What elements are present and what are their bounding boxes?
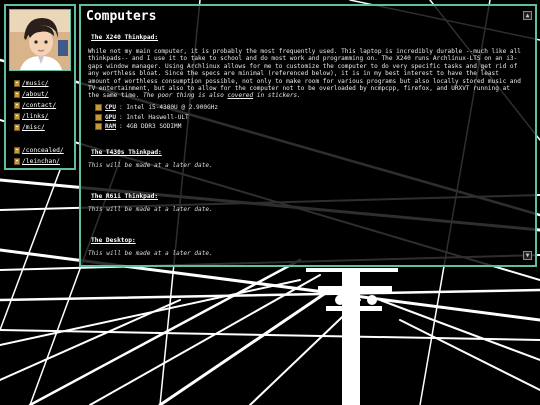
chip-icon xyxy=(95,123,102,131)
page-title: Computers xyxy=(86,9,157,24)
covered-link[interactable]: covered xyxy=(227,92,253,99)
section-note-t430s: This will be made at a later date. xyxy=(88,162,213,169)
file-icon xyxy=(14,91,20,98)
section-heading-desktop: The Desktop: xyxy=(91,237,136,244)
chip-icon xyxy=(95,113,102,121)
file-icon xyxy=(14,102,20,109)
nav-link-music[interactable]: /music/ xyxy=(22,80,49,87)
spec-label: CPU xyxy=(105,104,117,112)
nav-item-misc[interactable]: /misc/ xyxy=(14,122,64,133)
section-note-desktop: This will be made at a later date. xyxy=(88,250,213,257)
section-heading-x240: The X240 Thinkpad: xyxy=(91,34,159,41)
nav-link-leinchan[interactable]: /leinchan/ xyxy=(22,158,60,165)
file-icon xyxy=(14,158,20,165)
nav-spacer xyxy=(14,133,64,145)
x240-italic-note: The poor thing is also xyxy=(143,92,224,100)
avatar xyxy=(9,9,71,71)
nav-item-concealed[interactable]: /concealed/ xyxy=(14,145,64,156)
nav-link-concealed[interactable]: /concealed/ xyxy=(22,147,64,154)
spec-value: : 4GB DDR3 SODIMM xyxy=(119,123,182,131)
triangle-up-icon[interactable]: ▲ xyxy=(523,11,532,20)
nav-link-links[interactable]: /links/ xyxy=(22,113,49,120)
file-icon xyxy=(14,113,20,120)
nav-link-about[interactable]: /about/ xyxy=(22,91,49,98)
chip-icon xyxy=(95,104,102,112)
spec-label: GPU xyxy=(105,113,117,121)
content-panel[interactable]: Computers ▲ ▼ The X240 Thinkpad: While n… xyxy=(79,4,537,267)
nav-menu: /music/ /about/ /contact/ /links/ /misc/… xyxy=(14,78,64,167)
nav-item-music[interactable]: /music/ xyxy=(14,78,64,89)
nav-link-contact[interactable]: /contact/ xyxy=(22,102,56,109)
avatar-portrait xyxy=(10,10,70,70)
section-body-x240: While not my main computer, it is probab… xyxy=(88,48,524,100)
triangle-down-icon[interactable]: ▼ xyxy=(523,251,532,260)
spec-item-ram: RAM: 4GB DDR3 SODIMM xyxy=(95,122,218,132)
spec-value: : Intel Haswell-ULT xyxy=(119,113,189,121)
spec-item-gpu: GPU: Intel Haswell-ULT xyxy=(95,113,218,123)
x240-italic-note-end: in stickers. xyxy=(256,92,301,100)
file-icon xyxy=(14,124,20,131)
section-note-r61i: This will be made at a later date. xyxy=(88,206,213,213)
spec-item-cpu: CPU: Intel i5-4300U @ 2.900GHz xyxy=(95,103,218,113)
spec-label: RAM xyxy=(105,123,117,131)
file-icon xyxy=(14,80,20,87)
spec-value: : Intel i5-4300U @ 2.900GHz xyxy=(119,104,219,112)
nav-item-links[interactable]: /links/ xyxy=(14,111,64,122)
nav-item-leinchan[interactable]: /leinchan/ xyxy=(14,156,64,167)
nav-item-contact[interactable]: /contact/ xyxy=(14,100,64,111)
spec-list: CPU: Intel i5-4300U @ 2.900GHz GPU: Inte… xyxy=(95,103,218,132)
nav-item-about[interactable]: /about/ xyxy=(14,89,64,100)
section-heading-t430s: The T430s Thinkpad: xyxy=(91,149,162,156)
nav-link-misc[interactable]: /misc/ xyxy=(22,124,45,131)
file-icon xyxy=(14,147,20,154)
section-heading-r61i: The R61i Thinkpad: xyxy=(91,193,159,200)
sidebar: /music/ /about/ /contact/ /links/ /misc/… xyxy=(4,4,76,170)
